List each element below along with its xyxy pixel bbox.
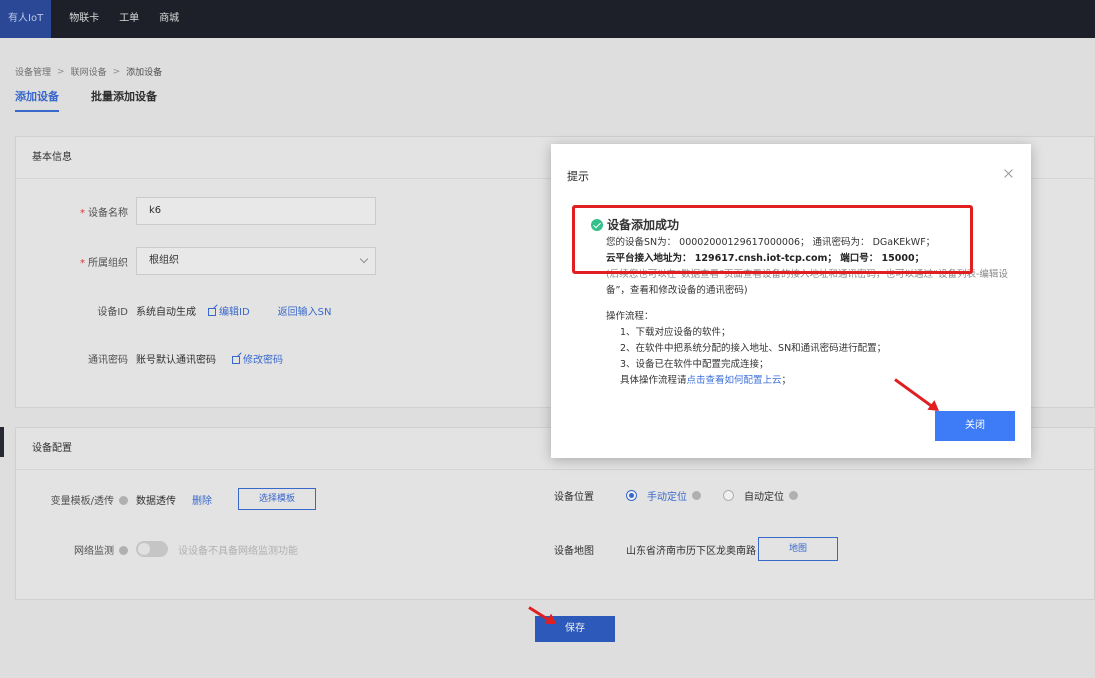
steps-title: 操作流程： xyxy=(606,311,654,322)
step-3: 3、设备已在软件中配置完成连接； xyxy=(620,359,769,370)
annotation-highlight-box xyxy=(572,205,973,274)
config-guide-link[interactable]: 点击查看如何配置上云 xyxy=(687,375,782,386)
step-2: 2、在软件中把系统分配的接入地址、SN和通讯密码进行配置； xyxy=(620,343,887,354)
step-1: 1、下载对应设备的软件； xyxy=(620,327,731,338)
step-4: 具体操作流程请点击查看如何配置上云； xyxy=(620,375,792,386)
steps-list: 操作流程： 1、下载对应设备的软件； 2、在软件中把系统分配的接入地址、SN和通… xyxy=(591,309,1011,389)
note-line-2: 备”，查看和修改设备的通讯密码) xyxy=(606,285,748,296)
close-icon[interactable] xyxy=(1003,168,1015,180)
close-button[interactable]: 关闭 xyxy=(935,411,1015,441)
dialog-title: 提示 xyxy=(567,170,589,183)
